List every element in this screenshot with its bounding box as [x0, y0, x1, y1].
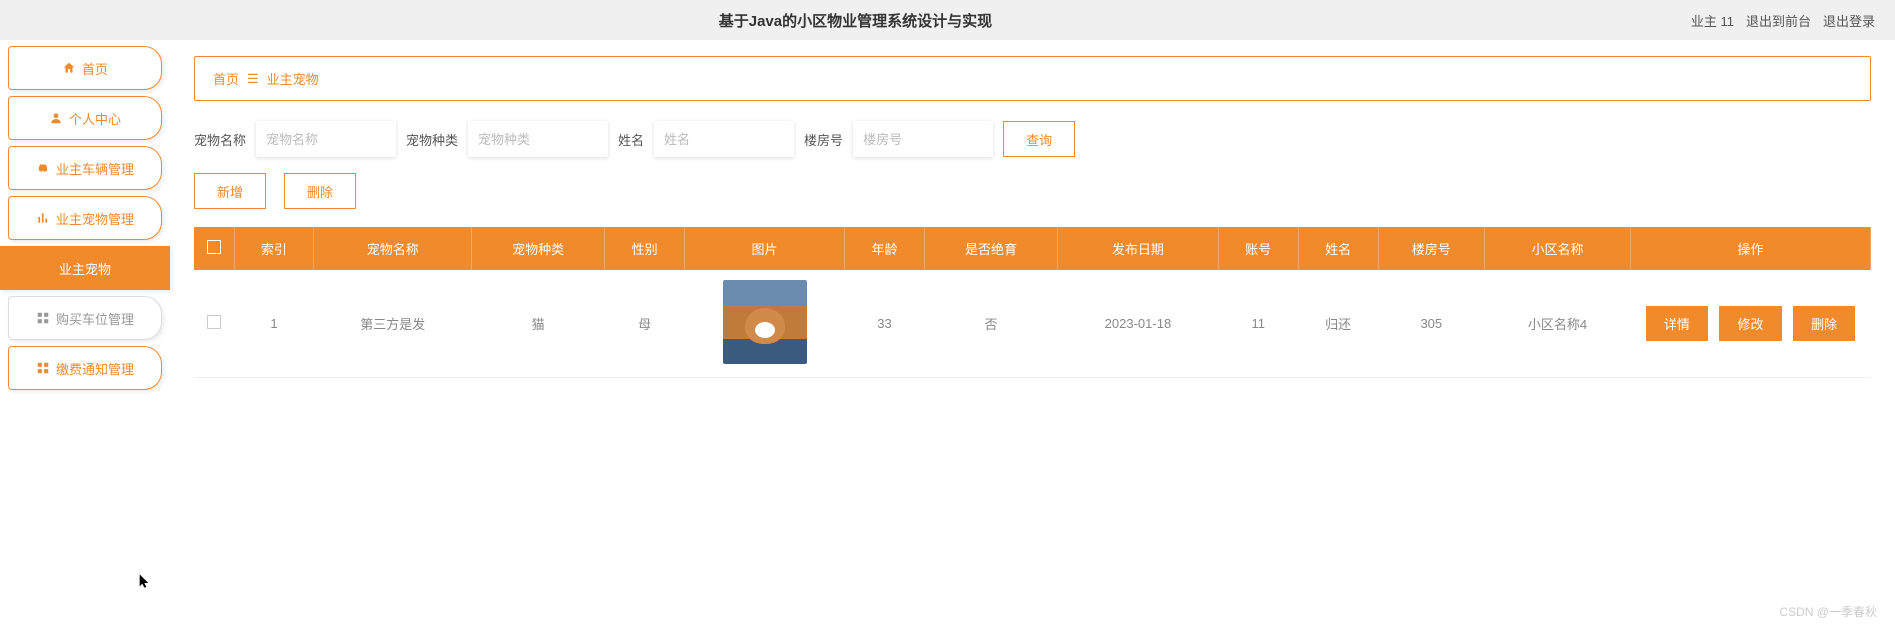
- col-account: 账号: [1218, 227, 1298, 270]
- grid-icon: [36, 311, 50, 325]
- cell-community: 小区名称4: [1485, 270, 1631, 378]
- col-type: 宠物种类: [472, 227, 605, 270]
- col-image: 图片: [685, 227, 845, 270]
- cell-gender: 母: [605, 270, 685, 378]
- sidebar-item-parking[interactable]: 购买车位管理: [8, 296, 162, 340]
- breadcrumb-separator-icon: ☰: [247, 71, 259, 87]
- col-neutered: 是否绝育: [924, 227, 1057, 270]
- row-checkbox[interactable]: [207, 315, 221, 329]
- col-ops: 操作: [1631, 227, 1871, 270]
- owner-name-label: 姓名: [618, 130, 644, 149]
- sidebar-item-label: 业主宠物管理: [56, 209, 134, 228]
- cell-name: 第三方是发: [314, 270, 472, 378]
- logout-link[interactable]: 退出登录: [1823, 11, 1875, 30]
- sidebar-item-label: 首页: [82, 59, 108, 78]
- sidebar-item-home[interactable]: 首页: [8, 46, 162, 90]
- room-label: 楼房号: [804, 130, 843, 149]
- cell-date: 2023-01-18: [1058, 270, 1219, 378]
- col-age: 年龄: [845, 227, 925, 270]
- sidebar-item-label: 缴费通知管理: [56, 359, 134, 378]
- pet-name-input[interactable]: [256, 121, 396, 157]
- sidebar-item-pets-manage[interactable]: 业主宠物管理: [8, 196, 162, 240]
- col-community: 小区名称: [1485, 227, 1631, 270]
- sidebar-item-label: 购买车位管理: [56, 309, 134, 328]
- sidebar: 首页 个人中心 业主车辆管理 业主宠物管理 业主宠物 购买车位管理 缴费通知管理: [0, 40, 170, 396]
- home-icon: [62, 61, 76, 75]
- owner-name-input[interactable]: [654, 121, 794, 157]
- car-icon: [36, 161, 50, 175]
- mouse-cursor-icon: [137, 573, 153, 589]
- select-all-checkbox[interactable]: [207, 240, 221, 254]
- col-index: 索引: [234, 227, 314, 270]
- row-delete-button[interactable]: 删除: [1793, 306, 1855, 341]
- pet-type-input[interactable]: [468, 121, 608, 157]
- grid-icon: [36, 361, 50, 375]
- table-header-row: 索引 宠物名称 宠物种类 性别 图片 年龄 是否绝育 发布日期 账号 姓名 楼房…: [194, 227, 1871, 270]
- col-name: 宠物名称: [314, 227, 472, 270]
- delete-button[interactable]: 删除: [284, 173, 356, 209]
- col-room: 楼房号: [1378, 227, 1485, 270]
- cell-account: 11: [1218, 270, 1298, 378]
- pet-image[interactable]: [723, 280, 807, 364]
- cell-room: 305: [1378, 270, 1485, 378]
- detail-button[interactable]: 详情: [1646, 306, 1708, 341]
- add-button[interactable]: 新增: [194, 173, 266, 209]
- col-gender: 性别: [605, 227, 685, 270]
- sidebar-item-vehicles[interactable]: 业主车辆管理: [8, 146, 162, 190]
- cell-index: 1: [234, 270, 314, 378]
- breadcrumb-current: 业主宠物: [267, 69, 319, 88]
- table-row: 1 第三方是发 猫 母 33 否 2023-01-18 11 归还 305 小区…: [194, 270, 1871, 378]
- current-user[interactable]: 业主 11: [1691, 11, 1734, 30]
- pet-type-label: 宠物种类: [406, 130, 458, 149]
- pets-table: 索引 宠物名称 宠物种类 性别 图片 年龄 是否绝育 发布日期 账号 姓名 楼房…: [194, 227, 1871, 378]
- watermark: CSDN @一季春秋: [1779, 603, 1877, 620]
- sidebar-item-payments[interactable]: 缴费通知管理: [8, 346, 162, 390]
- header-right: 业主 11 退出到前台 退出登录: [1691, 11, 1875, 30]
- sidebar-item-pets-active[interactable]: 业主宠物: [0, 246, 170, 290]
- sidebar-item-profile[interactable]: 个人中心: [8, 96, 162, 140]
- edit-button[interactable]: 修改: [1719, 306, 1781, 341]
- sidebar-item-label: 业主车辆管理: [56, 159, 134, 178]
- exit-front-link[interactable]: 退出到前台: [1746, 11, 1811, 30]
- sidebar-item-label: 业主宠物: [59, 259, 111, 278]
- breadcrumb-home[interactable]: 首页: [213, 69, 239, 88]
- app-title: 基于Java的小区物业管理系统设计与实现: [20, 10, 1691, 31]
- cell-type: 猫: [472, 270, 605, 378]
- cell-neutered: 否: [924, 270, 1057, 378]
- top-header: 基于Java的小区物业管理系统设计与实现 业主 11 退出到前台 退出登录: [0, 0, 1895, 40]
- action-bar: 新增 删除: [194, 173, 1871, 209]
- col-date: 发布日期: [1058, 227, 1219, 270]
- sidebar-item-label: 个人中心: [69, 109, 121, 128]
- breadcrumb: 首页 ☰ 业主宠物: [194, 56, 1871, 101]
- col-owner: 姓名: [1298, 227, 1378, 270]
- pet-name-label: 宠物名称: [194, 130, 246, 149]
- cell-age: 33: [845, 270, 925, 378]
- user-icon: [49, 111, 63, 125]
- room-input[interactable]: [853, 121, 993, 157]
- search-button[interactable]: 查询: [1003, 121, 1075, 157]
- main-content: 首页 ☰ 业主宠物 宠物名称 宠物种类 姓名 楼房号 查询 新增 删除 索引: [170, 40, 1895, 396]
- search-bar: 宠物名称 宠物种类 姓名 楼房号 查询: [194, 121, 1871, 157]
- bar-chart-icon: [36, 211, 50, 225]
- cell-owner: 归还: [1298, 270, 1378, 378]
